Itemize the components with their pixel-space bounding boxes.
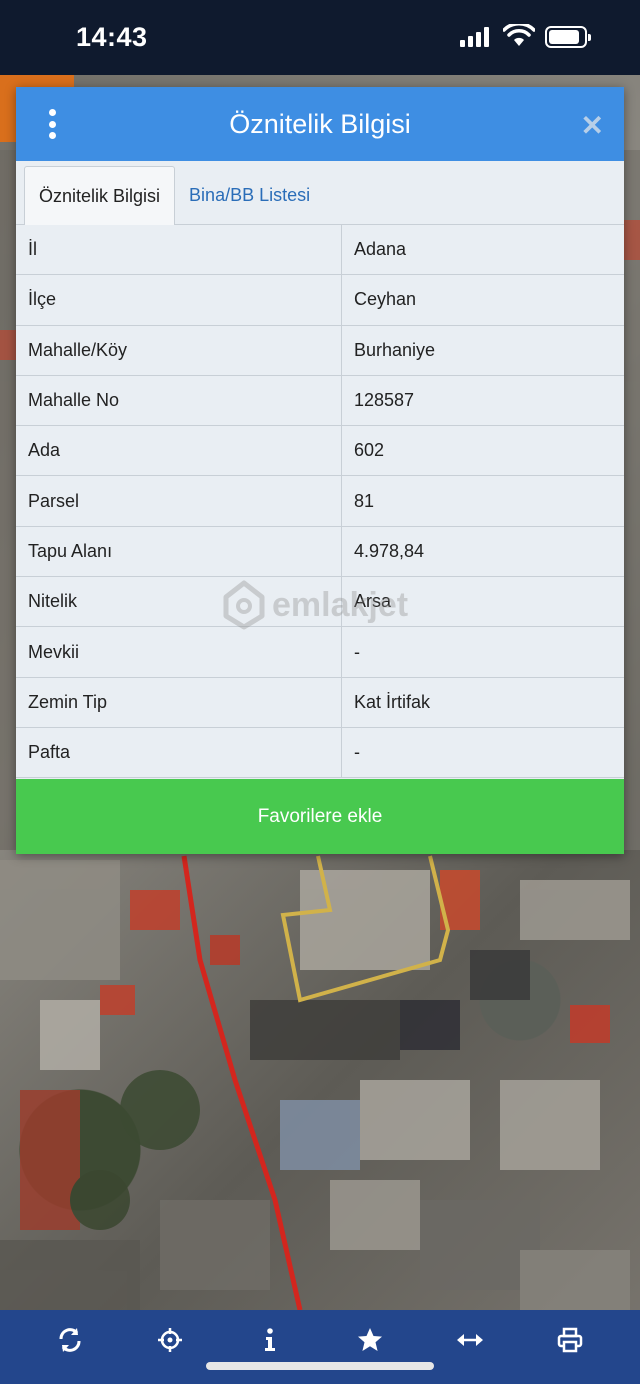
row-key: Pafta bbox=[16, 727, 342, 778]
dialog-header: Öznitelik Bilgisi ✕ bbox=[16, 87, 624, 161]
dialog-title: Öznitelik Bilgisi bbox=[229, 108, 411, 139]
table-row: Mevkii - bbox=[16, 627, 624, 678]
tab-bar: Öznitelik Bilgisi Bina/BB Listesi bbox=[16, 161, 624, 225]
row-value: 602 bbox=[354, 440, 385, 461]
row-key: İl bbox=[16, 225, 342, 275]
star-icon[interactable] bbox=[350, 1320, 390, 1360]
attribute-table: İl Adana İlçe Ceyhan Mahalle/Köy Burhaniye … bbox=[16, 225, 624, 779]
row-value: Kat İrtifak bbox=[354, 691, 431, 712]
kebab-menu-icon[interactable] bbox=[40, 109, 64, 139]
close-icon[interactable]: ✕ bbox=[581, 109, 604, 142]
row-key: Ada bbox=[16, 426, 342, 476]
row-key: Zemin Tip bbox=[16, 677, 342, 727]
row-key: Parsel bbox=[16, 476, 342, 526]
cellular-signal-icon bbox=[460, 27, 489, 47]
row-value: - bbox=[354, 742, 360, 763]
row-key: Mevkii bbox=[16, 627, 342, 677]
locate-icon[interactable] bbox=[150, 1320, 190, 1360]
battery-icon bbox=[545, 26, 591, 48]
table-row: Parsel 81 bbox=[16, 476, 624, 527]
status-bar: 14:43 bbox=[0, 0, 640, 75]
row-key: İlçe bbox=[16, 275, 342, 325]
table-row: Nitelik Arsa bbox=[16, 577, 624, 628]
print-icon[interactable] bbox=[550, 1320, 590, 1360]
row-key: Nitelik bbox=[16, 577, 342, 627]
status-time: 14:43 bbox=[76, 22, 148, 52]
home-indicator[interactable] bbox=[206, 1362, 434, 1370]
table-row: İl Adana bbox=[16, 225, 624, 276]
row-value: Ceyhan bbox=[354, 289, 417, 310]
measure-icon[interactable] bbox=[450, 1320, 490, 1360]
table-row: Mahalle No 128587 bbox=[16, 375, 624, 427]
row-value: Arsa bbox=[354, 591, 392, 612]
table-row: Tapu Alanı 4.978,84 bbox=[16, 526, 624, 578]
table-row: İlçe Ceyhan bbox=[16, 275, 624, 326]
row-key: Tapu Alanı bbox=[16, 526, 342, 577]
table-row: Pafta - bbox=[16, 727, 624, 779]
row-value: - bbox=[354, 641, 360, 662]
row-key: Mahalle/Köy bbox=[16, 325, 342, 375]
table-row: Ada 602 bbox=[16, 426, 624, 477]
row-value: Burhaniye bbox=[354, 339, 436, 360]
info-icon[interactable] bbox=[250, 1320, 290, 1360]
row-value: 4.978,84 bbox=[354, 540, 425, 561]
wifi-icon bbox=[503, 24, 535, 46]
attribute-info-dialog: Öznitelik Bilgisi ✕ Öznitelik Bilgisi Bi… bbox=[16, 87, 624, 854]
add-to-favorites-button[interactable]: Favorilere ekle bbox=[16, 779, 624, 854]
table-row: Zemin Tip Kat İrtifak bbox=[16, 677, 624, 728]
table-row: Mahalle/Köy Burhaniye bbox=[16, 325, 624, 376]
row-value: 128587 bbox=[354, 390, 415, 411]
bottom-toolbar bbox=[0, 1310, 640, 1384]
tab-attribute-info[interactable]: Öznitelik Bilgisi bbox=[24, 166, 176, 225]
row-value: 81 bbox=[354, 490, 375, 511]
tab-building-list[interactable]: Bina/BB Listesi bbox=[175, 166, 324, 224]
row-key: Mahalle No bbox=[16, 375, 342, 426]
refresh-icon[interactable] bbox=[50, 1320, 90, 1360]
row-value: Adana bbox=[354, 239, 407, 260]
